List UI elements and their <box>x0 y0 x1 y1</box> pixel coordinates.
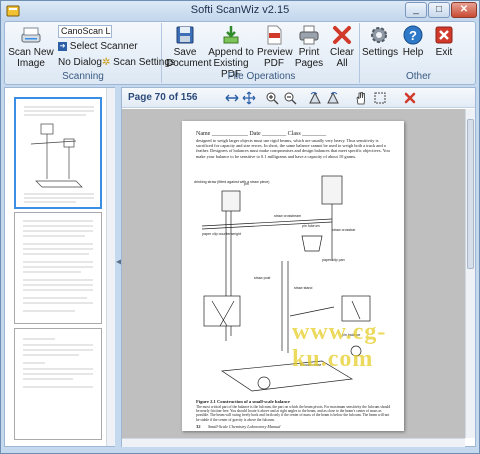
ribbon-group-other: Settings ? Help Exit Other <box>362 23 475 83</box>
label-straw-stand: straw stand <box>294 286 312 290</box>
append-download-icon <box>223 26 239 44</box>
print-pages-label: Print Pages <box>294 47 324 69</box>
print-pages-button[interactable]: Print Pages <box>292 24 326 69</box>
minimize-button[interactable]: _ <box>405 2 427 18</box>
svg-text:?: ? <box>409 28 417 43</box>
clear-all-label: Clear All <box>330 47 354 69</box>
select-area-icon[interactable] <box>373 91 387 105</box>
help-button[interactable]: ? Help <box>398 24 428 58</box>
delete-page-icon[interactable] <box>403 91 417 105</box>
help-icon: ? <box>403 25 423 45</box>
hand-pan-icon[interactable] <box>354 91 368 105</box>
doc-para1-wrap: designed to weigh larger objects must us… <box>196 138 390 159</box>
thumbnail-page[interactable] <box>14 212 102 324</box>
exit-label: Exit <box>435 47 453 58</box>
preview-pdf-label: Preview PDF <box>257 47 293 69</box>
exit-icon <box>435 26 453 44</box>
scanner-icon <box>21 27 41 43</box>
label-straw-post: straw post <box>254 276 270 280</box>
ribbon-group-file-operations: Save Document Append to Existing PDF Pre… <box>164 23 360 83</box>
no-dialog-toggle[interactable]: No Dialog <box>58 57 102 68</box>
save-document-label: Save Document <box>166 47 212 69</box>
settings-label: Settings <box>362 47 399 58</box>
thumbnail-preview <box>23 220 93 312</box>
clear-x-icon <box>333 26 351 44</box>
thumbnail-preview <box>23 338 93 388</box>
clear-all-button[interactable]: Clear All <box>327 24 357 69</box>
doc-footer-page: 32 <box>196 424 201 429</box>
page-indicator: Page 70 of 156 <box>128 92 198 103</box>
label-paper-clip: paper clip pan <box>322 258 345 262</box>
thumbnail-preview <box>24 106 94 203</box>
document-page: Name ____________ Date ________ Class __… <box>182 121 404 431</box>
other-group-label: Other <box>405 71 431 82</box>
file-operations-group-label: File Operations <box>227 71 296 82</box>
label-crossbar-small: straw crossbar <box>332 228 356 232</box>
gear-icon <box>371 27 387 43</box>
zoom-in-icon[interactable] <box>265 91 279 105</box>
viewer-horizontal-scrollbar[interactable] <box>122 438 465 447</box>
save-disk-icon <box>176 26 194 44</box>
close-window-button[interactable]: ✕ <box>451 2 477 18</box>
watermark: www.cg-ku.com <box>292 319 387 372</box>
label-counterweight: paper clip counterweight <box>202 232 241 236</box>
scan-new-image-button[interactable]: Scan New Image <box>8 24 54 69</box>
select-scanner-button[interactable]: ➜ Select Scanner <box>58 41 138 52</box>
ribbon: Scan New Image CanoScan LiDE 25 ➜ Select… <box>4 21 476 85</box>
fit-width-icon[interactable] <box>225 91 239 105</box>
thumbnail-scrollbar[interactable] <box>106 88 115 446</box>
app-window: Softi ScanWiz v2.15 _ □ ✕ Scan New Image… <box>0 0 480 454</box>
zoom-out-icon[interactable] <box>283 91 297 105</box>
scan-new-image-label: Scan New Image <box>8 47 54 69</box>
thumbnail-panel <box>4 87 116 447</box>
page-viewer: Page 70 of 156 Name ____________ Date __… <box>121 87 476 447</box>
scanner-select[interactable]: CanoScan LiDE 25 <box>58 25 112 38</box>
exit-button[interactable]: Exit <box>430 24 458 58</box>
settings-gear-icon: ✲ <box>102 57 111 68</box>
label-straw-crossbar: straw crossbeam <box>274 214 301 218</box>
doc-header: Name ____________ Date ________ Class __… <box>196 131 327 137</box>
rotate-left-icon[interactable] <box>308 91 322 105</box>
viewer-vertical-scrollbar[interactable] <box>465 109 475 438</box>
page-canvas[interactable]: Name ____________ Date ________ Class __… <box>122 109 465 438</box>
title-bar: Softi ScanWiz v2.15 _ □ ✕ <box>1 1 479 21</box>
help-label: Help <box>402 47 424 58</box>
ribbon-group-scanning: Scan New Image CanoScan LiDE 25 ➜ Select… <box>5 23 175 83</box>
label-pin-fulcrum: pin fulcrum <box>302 224 320 228</box>
doc-para2: The most critical part of the balance is… <box>196 405 391 422</box>
thumbnail-page[interactable] <box>14 328 102 440</box>
printer-icon <box>299 25 319 45</box>
settings-button[interactable]: Settings <box>362 24 399 58</box>
doc-para1: designed to weigh larger objects must us… <box>196 138 390 159</box>
doc-figure-caption: Figure 2.1 Construction of a small-scale… <box>196 399 290 404</box>
select-scanner-label: Select Scanner <box>69 41 138 52</box>
scroll-thumb[interactable] <box>467 119 474 269</box>
maximize-button[interactable]: □ <box>428 2 450 18</box>
pdf-file-icon <box>267 25 282 45</box>
save-document-button[interactable]: Save Document <box>166 24 212 69</box>
thumbnail-page-selected[interactable] <box>14 97 102 209</box>
viewer-toolbar: Page 70 of 156 <box>122 88 475 108</box>
label-drinking-straw: drinking straw (fitted against with a st… <box>194 180 270 184</box>
rotate-right-icon[interactable] <box>326 91 340 105</box>
document-page-render: Name ____________ Date ________ Class __… <box>194 131 391 429</box>
select-arrow-icon: ➜ <box>58 41 67 51</box>
fit-page-icon[interactable] <box>242 91 256 105</box>
doc-footer-title: Small-Scale Chemistry Laboratory Manual <box>208 424 281 429</box>
scanning-group-label: Scanning <box>62 71 104 82</box>
preview-pdf-button[interactable]: Preview PDF <box>257 24 293 69</box>
